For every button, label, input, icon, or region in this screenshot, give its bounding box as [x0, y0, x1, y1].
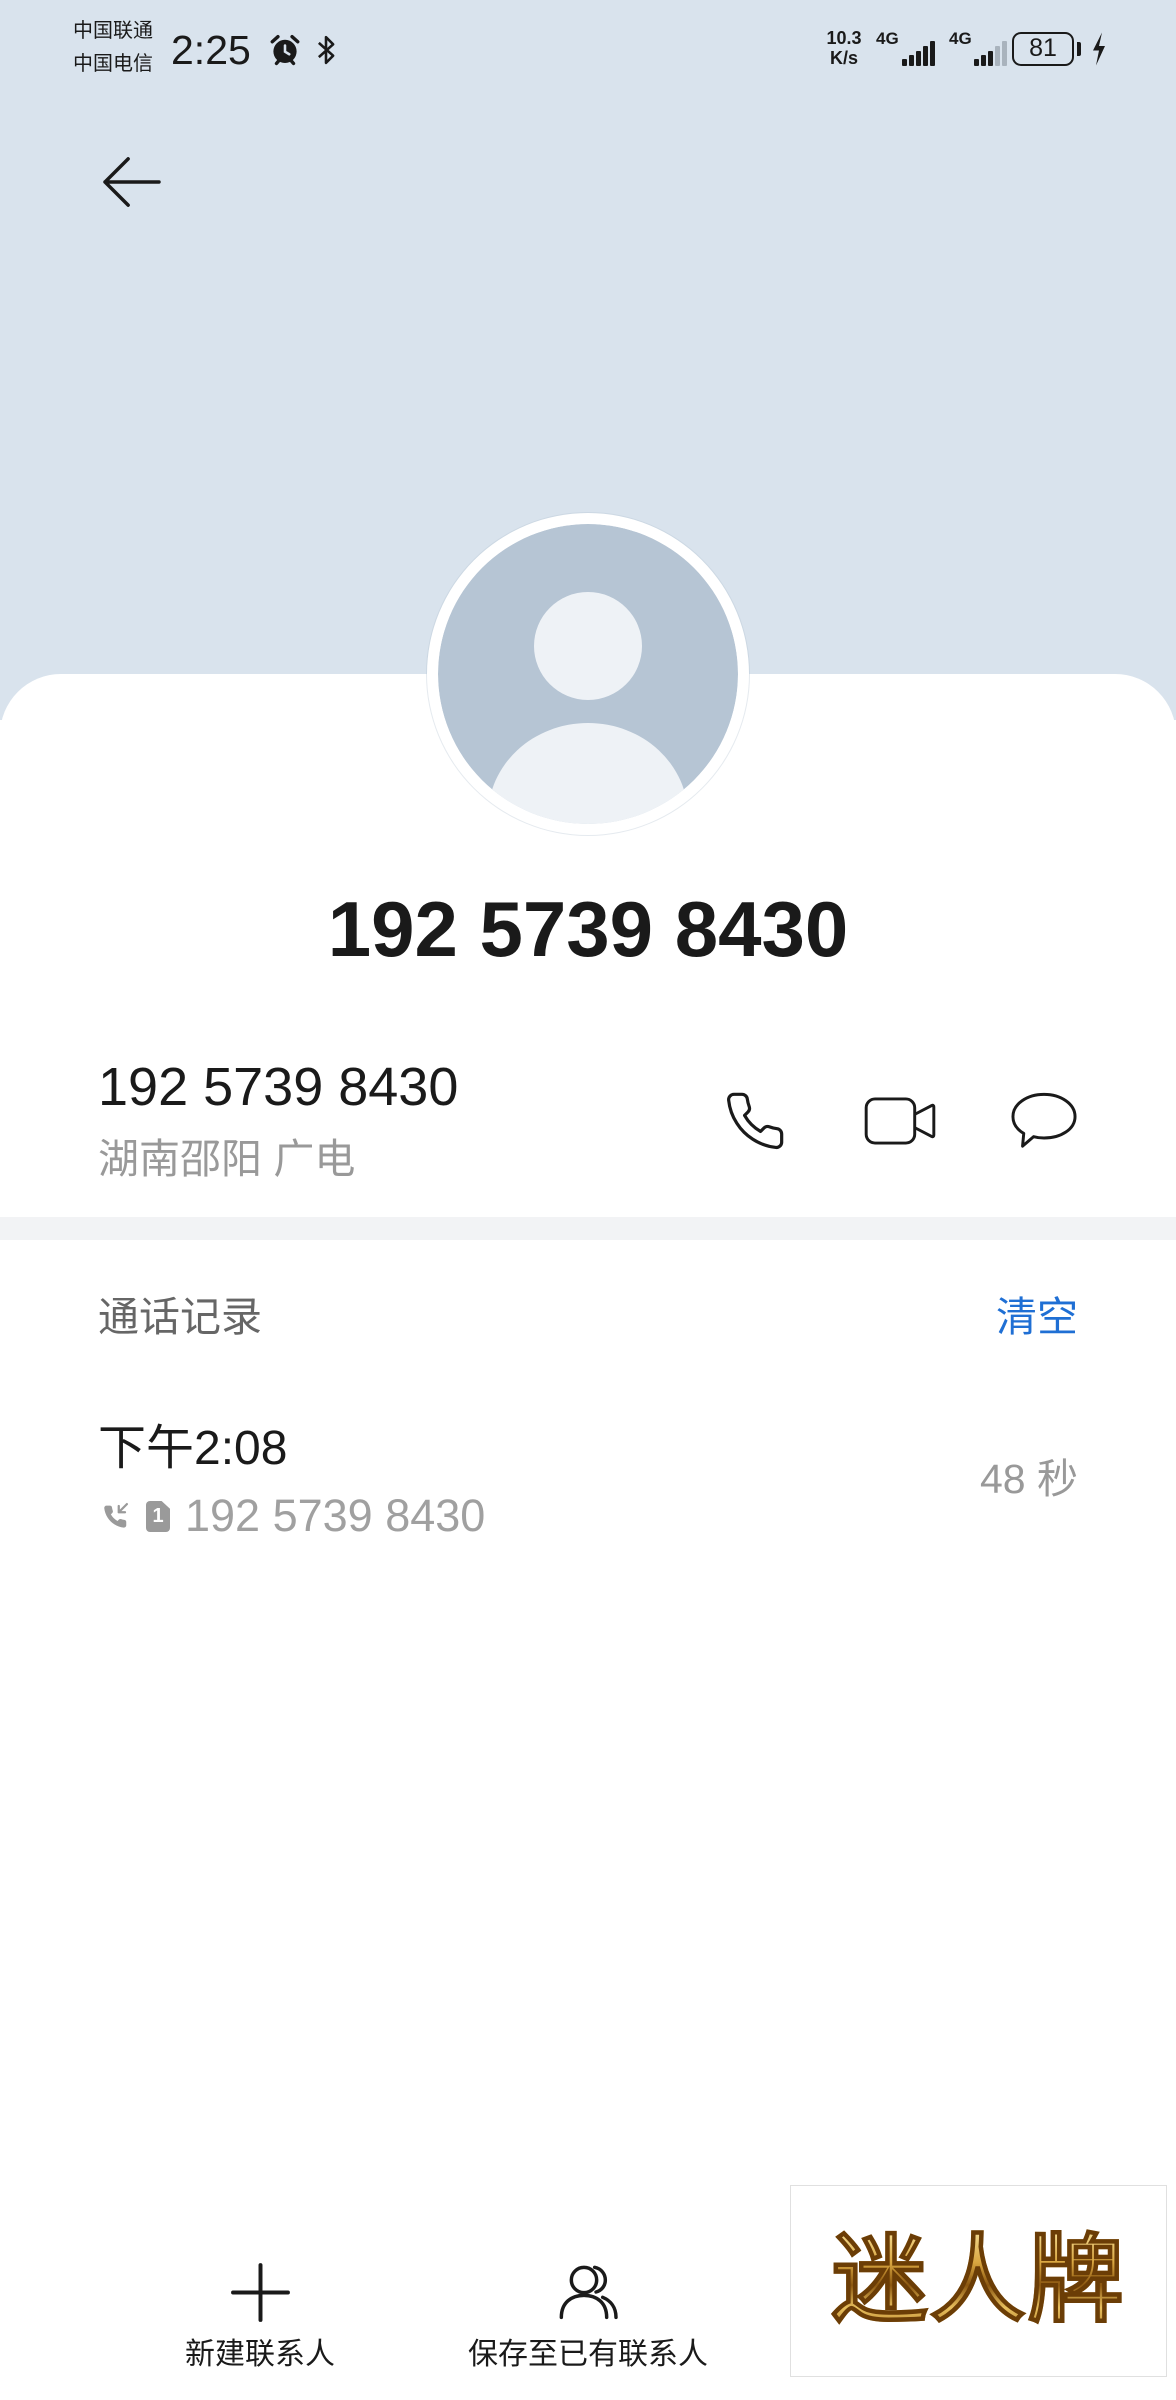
signal-bar [930, 41, 935, 66]
call-number: 192 5739 8430 [185, 1490, 486, 1541]
network-speed: 10.3 K/s [820, 28, 868, 68]
alarm-clock-icon [270, 34, 300, 66]
network-speed-value: 10.3 [826, 28, 862, 48]
signal-bar [923, 46, 928, 66]
new-contact-label: 新建联系人 [185, 2338, 335, 2371]
incoming-call-icon [104, 1503, 128, 1528]
contact-title: 192 5739 8430 [327, 885, 849, 973]
battery-nub [1077, 42, 1081, 56]
network-speed-unit: K/s [829, 48, 858, 68]
default-avatar-icon [438, 524, 738, 824]
call-duration: 48 秒 [980, 1456, 1078, 1502]
carrier-1: 中国联通 [73, 20, 153, 42]
contact-number-row[interactable]: 192 5739 8430 湖南邵阳 广电 [0, 1040, 1176, 1210]
signal-bar [995, 46, 1000, 66]
charging-bolt-icon [1093, 32, 1105, 66]
carrier-2: 中国电信 [73, 53, 153, 75]
section-divider [0, 1217, 1176, 1240]
signal-bar [902, 59, 907, 66]
sim2-network-type: 4G [949, 29, 972, 48]
existing-contact-icon [559, 2265, 618, 2320]
signal-bar [1002, 41, 1007, 66]
video-call-icon[interactable] [863, 1096, 937, 1146]
call-log-header: 通话记录 清空 [0, 1280, 1176, 1355]
sim-card-icon: 1 [146, 1501, 170, 1532]
contact-number: 192 5739 8430 [98, 1057, 459, 1117]
watermark-logo: 迷人牌 [790, 2185, 1167, 2377]
new-contact-button[interactable]: 新建联系人 [150, 2250, 370, 2390]
signal-bar [981, 55, 986, 66]
plus-icon [231, 2263, 290, 2322]
bluetooth-icon [317, 35, 335, 65]
message-icon[interactable] [1010, 1091, 1078, 1151]
sim1-signal-icon [902, 40, 935, 66]
sim1-network-type: 4G [876, 29, 899, 48]
watermark-text: 迷人牌 [831, 2222, 1126, 2337]
back-arrow-icon[interactable] [101, 155, 163, 209]
status-time: 2:25 [171, 27, 251, 73]
battery-level: 81 [1029, 34, 1057, 62]
signal-bar [974, 59, 979, 66]
number-location: 湖南邵阳 广电 [98, 1136, 356, 1182]
call-time: 下午2:08 [98, 1422, 288, 1475]
sim2-signal-icon [974, 40, 1007, 66]
avatar [427, 513, 749, 835]
call-log-entry[interactable]: 下午2:08 1 192 5739 8430 48 秒 [0, 1395, 1176, 1555]
clear-call-log-button[interactable]: 清空 [996, 1292, 1078, 1342]
call-log-heading: 通话记录 [98, 1294, 262, 1340]
signal-bar [916, 51, 921, 66]
phone-icon[interactable] [723, 1089, 787, 1153]
save-to-existing-contact-label: 保存至已有联系人 [468, 2338, 708, 2371]
signal-bar [909, 55, 914, 66]
save-to-existing-contact-button[interactable]: 保存至已有联系人 [428, 2250, 748, 2390]
battery-icon: 81 [1012, 32, 1074, 66]
signal-bar [988, 51, 993, 66]
